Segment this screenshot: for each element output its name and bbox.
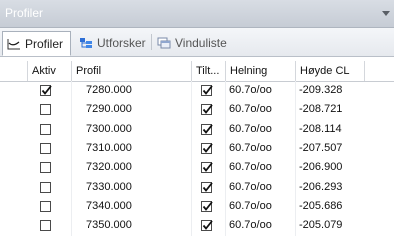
table-header: Aktiv Profil Tilt... Helning Høyde CL xyxy=(0,61,394,82)
profil-cell: 7280.000 xyxy=(86,84,132,96)
tab-profiler[interactable]: Profiler xyxy=(2,31,71,56)
column-header-helning[interactable]: Helning xyxy=(225,61,295,81)
helning-cell: 60.7o/oo xyxy=(229,180,272,193)
hoyde-cl-cell: -208.721 xyxy=(299,103,343,116)
table-row[interactable]: 7350.000 60.7o/oo -205.079 xyxy=(0,216,394,235)
helning-cell: 60.7o/oo xyxy=(229,199,272,212)
explorer-tree-icon xyxy=(79,37,93,49)
aktiv-checkbox[interactable] xyxy=(40,181,51,193)
profil-cell: 7330.000 xyxy=(86,180,132,193)
profile-table: Aktiv Profil Tilt... Helning Høyde CL 72… xyxy=(0,57,394,236)
panel-title-bar: Profiler xyxy=(0,0,394,28)
profil-cell: 7320.000 xyxy=(86,161,132,174)
tilt-checkbox[interactable] xyxy=(201,162,213,174)
hoyde-cl-cell: -205.686 xyxy=(299,199,343,212)
hoyde-cl-cell: -206.293 xyxy=(299,180,343,193)
aktiv-checkbox[interactable] xyxy=(40,162,51,174)
tilt-checkbox[interactable] xyxy=(201,220,213,232)
table-row[interactable]: 7320.000 60.7o/oo -206.900 xyxy=(0,158,394,177)
aktiv-checkbox[interactable] xyxy=(40,220,51,232)
dropdown-arrow-icon[interactable] xyxy=(382,8,390,16)
aktiv-checkbox[interactable] xyxy=(40,142,51,154)
helning-cell: 60.7o/oo xyxy=(229,219,272,232)
window-list-icon xyxy=(157,37,171,49)
aktiv-checkbox[interactable] xyxy=(40,200,51,212)
profil-cell: 7300.000 xyxy=(86,122,132,135)
table-row[interactable]: 7310.000 60.7o/oo -207.507 xyxy=(0,139,394,158)
helning-cell: 60.7o/oo xyxy=(229,103,272,116)
table-row[interactable]: 7330.000 60.7o/oo -206.293 xyxy=(0,178,394,197)
tilt-checkbox[interactable] xyxy=(201,142,213,154)
aktiv-checkbox[interactable] xyxy=(40,104,51,116)
hoyde-cl-cell: -206.900 xyxy=(299,161,343,174)
tilt-checkbox[interactable] xyxy=(201,200,213,212)
table-row[interactable]: 7280.000 60.7o/oo -209.328 xyxy=(0,81,394,100)
tab-utforsker[interactable]: Utforsker xyxy=(75,31,152,54)
aktiv-checkbox[interactable] xyxy=(40,85,52,96)
panel-title: Profiler xyxy=(5,6,44,20)
column-header-tilt[interactable]: Tilt... xyxy=(191,61,225,81)
table-row[interactable]: 7340.000 60.7o/oo -205.686 xyxy=(0,197,394,216)
tilt-checkbox[interactable] xyxy=(201,85,213,96)
tab-profiler-label: Profiler xyxy=(25,36,64,51)
tab-strip: Profiler Utforsker Vinduliste xyxy=(0,28,394,57)
column-header-aktiv[interactable]: Aktiv xyxy=(27,61,71,81)
tab-vinduliste[interactable]: Vinduliste xyxy=(153,31,235,54)
tilt-checkbox[interactable] xyxy=(201,181,213,193)
hoyde-cl-cell: -205.079 xyxy=(299,219,343,232)
tab-vinduliste-label: Vinduliste xyxy=(175,35,227,50)
aktiv-checkbox[interactable] xyxy=(40,123,51,135)
hoyde-cl-cell: -207.507 xyxy=(299,141,343,154)
hoyde-cl-cell: -209.328 xyxy=(299,84,343,96)
profil-cell: 7340.000 xyxy=(86,199,132,212)
profil-cell: 7310.000 xyxy=(86,141,132,154)
profile-graph-icon xyxy=(7,38,21,50)
column-header-profil[interactable]: Profil xyxy=(71,61,191,81)
tilt-checkbox[interactable] xyxy=(201,104,213,116)
tilt-checkbox[interactable] xyxy=(201,123,213,135)
table-row[interactable]: 7290.000 60.7o/oo -208.721 xyxy=(0,100,394,119)
profil-cell: 7290.000 xyxy=(86,103,132,116)
table-row[interactable]: 7300.000 60.7o/oo -208.114 xyxy=(0,120,394,139)
helning-cell: 60.7o/oo xyxy=(229,141,272,154)
tab-utforsker-label: Utforsker xyxy=(97,35,146,50)
helning-cell: 60.7o/oo xyxy=(229,84,272,96)
column-header-hoyde-cl[interactable]: Høyde CL xyxy=(295,61,365,81)
helning-cell: 60.7o/oo xyxy=(229,122,272,135)
helning-cell: 60.7o/oo xyxy=(229,161,272,174)
profil-cell: 7350.000 xyxy=(86,219,132,232)
hoyde-cl-cell: -208.114 xyxy=(299,122,342,135)
